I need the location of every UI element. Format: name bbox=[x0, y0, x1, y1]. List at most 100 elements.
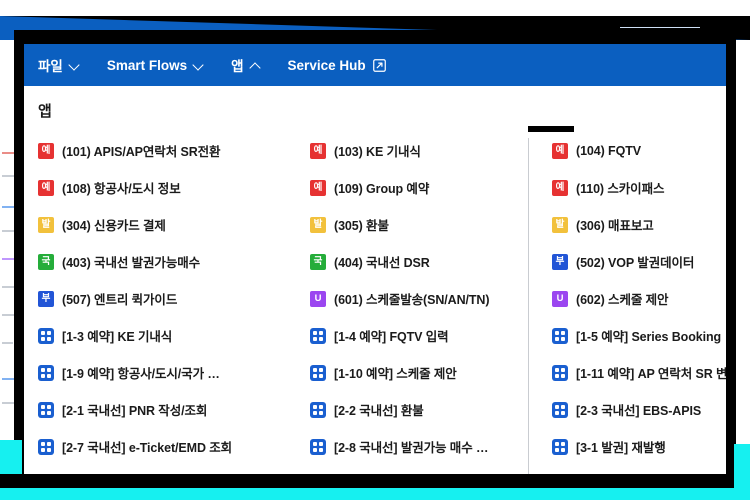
list-item[interactable]: 국 (404) 국내선 DSR bbox=[296, 243, 524, 280]
list-item[interactable]: 예 (104) FQTV bbox=[538, 132, 726, 169]
list-item[interactable]: [2-3 국내선] EBS-APIS bbox=[538, 391, 726, 428]
list-item-label: (104) FQTV bbox=[576, 143, 641, 158]
list-item-label: (403) 국내선 발권가능매수 bbox=[62, 256, 201, 270]
list-item-label: (601) 스케줄발송(SN/AN/TN) bbox=[334, 293, 490, 307]
grid-icon bbox=[38, 438, 54, 455]
grid-icon bbox=[552, 327, 568, 344]
list-item[interactable]: [1-9 예약] 항공사/도시/국가 … bbox=[24, 354, 296, 391]
list-item[interactable]: [1-11 예약] AP 연락처 SR 변환 bbox=[538, 354, 726, 391]
list-item-label: [2-1 국내선] PNR 작성/조회 bbox=[62, 404, 208, 418]
list-item[interactable]: [3-1 발권] 재발행 bbox=[538, 428, 726, 465]
grid-icon bbox=[552, 401, 568, 418]
list-item[interactable]: 예 (108) 항공사/도시 정보 bbox=[24, 169, 296, 206]
badge-icon: 예 bbox=[38, 142, 54, 159]
badge-icon: 국 bbox=[310, 253, 326, 270]
cyan-left-artifact bbox=[0, 440, 22, 474]
list-item[interactable]: 부 (507) 엔트리 퀵가이드 bbox=[24, 280, 296, 317]
badge-icon: 국 bbox=[38, 253, 54, 270]
badge-icon: 발 bbox=[38, 216, 54, 233]
badge-icon: 예 bbox=[38, 179, 54, 196]
list-item-label: (502) VOP 발권데이터 bbox=[576, 256, 695, 270]
menu-smart-flows-label: Smart Flows bbox=[106, 57, 188, 73]
grid-icon bbox=[310, 327, 326, 344]
list-item-label: (305) 환불 bbox=[334, 219, 389, 233]
grid-icon bbox=[310, 438, 326, 455]
list-item[interactable]: [1-10 예약] 스케줄 제안 bbox=[296, 354, 524, 391]
list-item[interactable]: [1-4 예약] FQTV 입력 bbox=[296, 317, 524, 354]
list-item[interactable]: 발 (305) 환불 bbox=[296, 206, 524, 243]
list-item-label: [2-3 국내선] EBS-APIS bbox=[576, 404, 702, 418]
list-item-label: (602) 스케줄 제안 bbox=[576, 293, 669, 307]
list-item-label: [1-4 예약] FQTV 입력 bbox=[334, 330, 449, 344]
grid-icon bbox=[310, 401, 326, 418]
apps-column-1: 예 (101) APIS/AP연락처 SR전환 예 (108) 항공사/도시 정보 … bbox=[24, 132, 296, 465]
menu-apps[interactable]: 앱 bbox=[231, 55, 261, 75]
chevron-down-icon bbox=[194, 60, 205, 71]
app-window: 파일 Smart Flows 앱 Service Hub 앱 예 (101) A… bbox=[24, 44, 726, 474]
list-item[interactable]: [1-5 예약] Series Booking bbox=[538, 317, 726, 354]
badge-icon: U bbox=[310, 290, 326, 307]
bottom-black-artifact bbox=[0, 474, 750, 488]
menu-bar: 파일 Smart Flows 앱 Service Hub bbox=[24, 44, 726, 86]
grid-icon bbox=[552, 438, 568, 455]
list-item-label: [1-9 예약] 항공사/도시/국가 … bbox=[62, 367, 220, 381]
list-item[interactable]: [2-7 국내선] e-Ticket/EMD 조회 bbox=[24, 428, 296, 465]
list-item-label: [1-3 예약] KE 기내식 bbox=[62, 330, 173, 344]
list-item[interactable]: U (601) 스케줄발송(SN/AN/TN) bbox=[296, 280, 524, 317]
badge-icon: 예 bbox=[310, 179, 326, 196]
list-item-label: (404) 국내선 DSR bbox=[334, 256, 430, 270]
list-item[interactable]: [2-8 국내선] 발권가능 매수 … bbox=[296, 428, 524, 465]
list-item[interactable]: 예 (101) APIS/AP연락처 SR전환 bbox=[24, 132, 296, 169]
list-item[interactable]: U (602) 스케줄 제안 bbox=[538, 280, 726, 317]
list-item-label: [1-10 예약] 스케줄 제안 bbox=[334, 367, 457, 381]
list-item[interactable]: 예 (103) KE 기내식 bbox=[296, 132, 524, 169]
cyan-bottom-artifact bbox=[0, 488, 750, 500]
list-item[interactable]: 발 (304) 신용카드 결제 bbox=[24, 206, 296, 243]
screenshot-root: 파일 Smart Flows 앱 Service Hub 앱 예 (101) A… bbox=[0, 0, 750, 500]
list-item[interactable]: 예 (110) 스카이패스 bbox=[538, 169, 726, 206]
badge-icon: 예 bbox=[552, 142, 568, 159]
grid-icon bbox=[310, 364, 326, 381]
chevron-up-icon bbox=[251, 60, 262, 71]
menu-apps-label: 앱 bbox=[231, 59, 244, 74]
grid-icon bbox=[38, 401, 54, 418]
chevron-down-icon bbox=[70, 60, 81, 71]
list-item-label: (306) 매표보고 bbox=[576, 219, 654, 233]
badge-icon: 부 bbox=[38, 290, 54, 307]
apps-column-2: 예 (103) KE 기내식 예 (109) Group 예약 발 (305) 환불 … bbox=[296, 132, 524, 465]
menu-file[interactable]: 파일 bbox=[38, 55, 81, 75]
list-item-label: (304) 신용카드 결제 bbox=[62, 219, 166, 233]
grid-icon bbox=[38, 364, 54, 381]
list-item[interactable]: 발 (306) 매표보고 bbox=[538, 206, 726, 243]
menu-smart-flows[interactable]: Smart Flows bbox=[107, 58, 205, 73]
list-item-label: (103) KE 기내식 bbox=[334, 145, 421, 159]
list-item-label: [3-1 발권] 재발행 bbox=[576, 441, 666, 455]
list-item-label: (108) 항공사/도시 정보 bbox=[62, 182, 181, 196]
list-item[interactable]: [2-1 국내선] PNR 작성/조회 bbox=[24, 391, 296, 428]
list-item-label: [1-11 예약] AP 연락처 SR 변환 bbox=[576, 367, 726, 381]
list-item[interactable]: [2-2 국내선] 환불 bbox=[296, 391, 524, 428]
badge-icon: U bbox=[552, 290, 568, 307]
grid-icon bbox=[552, 364, 568, 381]
apps-grid: 예 (101) APIS/AP연락처 SR전환 예 (108) 항공사/도시 정보 … bbox=[24, 132, 726, 465]
menu-service-hub-label: Service Hub bbox=[287, 57, 366, 73]
panel-title: 앱 bbox=[38, 103, 52, 120]
list-item[interactable]: 예 (109) Group 예약 bbox=[296, 169, 524, 206]
list-item-label: (507) 엔트리 퀵가이드 bbox=[62, 293, 178, 307]
menu-service-hub[interactable]: Service Hub bbox=[288, 58, 386, 73]
list-item-label: (110) 스카이패스 bbox=[576, 182, 665, 196]
badge-icon: 발 bbox=[552, 216, 568, 233]
list-item-label: [1-5 예약] Series Booking bbox=[576, 330, 722, 344]
apps-column-3: 예 (104) FQTV 예 (110) 스카이패스 발 (306) 매표보고 부 (5… bbox=[524, 132, 726, 465]
badge-icon: 발 bbox=[310, 216, 326, 233]
apps-panel: 앱 예 (101) APIS/AP연락처 SR전환 예 (108) 항공사/도시 정… bbox=[24, 86, 726, 474]
list-item[interactable]: 부 (502) VOP 발권데이터 bbox=[538, 243, 726, 280]
grid-icon bbox=[38, 327, 54, 344]
list-item-label: [2-7 국내선] e-Ticket/EMD 조회 bbox=[62, 441, 233, 455]
list-item[interactable]: 국 (403) 국내선 발권가능매수 bbox=[24, 243, 296, 280]
list-item[interactable]: [1-3 예약] KE 기내식 bbox=[24, 317, 296, 354]
badge-icon: 부 bbox=[552, 253, 568, 270]
list-item-label: (101) APIS/AP연락처 SR전환 bbox=[62, 145, 221, 159]
list-item-label: (109) Group 예약 bbox=[334, 182, 430, 196]
badge-icon: 예 bbox=[310, 142, 326, 159]
